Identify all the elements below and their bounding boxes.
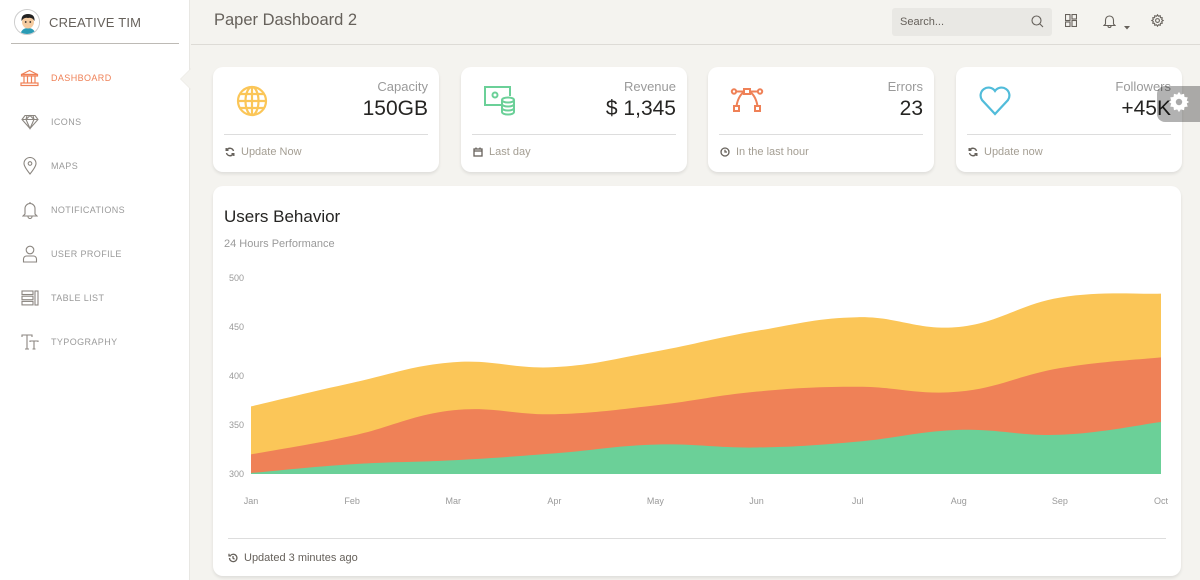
- sidebar-item-label: ICONS: [51, 117, 82, 127]
- stat-footer[interactable]: In the last hour: [720, 146, 809, 158]
- money-coins-icon: [481, 83, 519, 119]
- x-tick-label: Jul: [852, 496, 864, 506]
- x-tick-label: Oct: [1154, 496, 1169, 506]
- stat-card-revenue: Revenue $ 1,345 Last day: [461, 67, 687, 172]
- active-indicator: [180, 68, 191, 90]
- typography-icon: [20, 333, 39, 352]
- sidebar-item-notifications[interactable]: NOTIFICATIONS: [0, 188, 190, 232]
- y-tick-label: 350: [229, 420, 244, 430]
- table-list-icon: [20, 289, 39, 308]
- avatar: [14, 9, 40, 35]
- settings-plugin-button[interactable]: [1157, 86, 1200, 122]
- divider: [472, 134, 676, 135]
- globe-icon: [233, 83, 271, 119]
- refresh-icon: [968, 147, 978, 157]
- bank-icon: [20, 69, 39, 88]
- users-behavior-card: Users Behavior 24 Hours Performance 300 3…: [213, 186, 1181, 576]
- sidebar-item-label: USER PROFILE: [51, 249, 122, 259]
- bell-icon[interactable]: [1102, 14, 1117, 33]
- search-input[interactable]: [892, 16, 1022, 28]
- logo[interactable]: CREATIVE TIM: [14, 9, 141, 35]
- bell-icon: [20, 201, 39, 220]
- x-tick-label: Mar: [445, 496, 461, 506]
- x-tick-label: Apr: [547, 496, 561, 506]
- sidebar-item-label: TABLE LIST: [51, 293, 105, 303]
- logo-divider: [11, 43, 179, 44]
- sidebar-item-typography[interactable]: TYPOGRAPHY: [0, 320, 190, 364]
- stat-footer[interactable]: Update Now: [225, 146, 302, 158]
- search-box: [892, 8, 1052, 36]
- stat-label: Revenue: [623, 79, 676, 94]
- y-tick-label: 300: [229, 469, 244, 479]
- x-tick-label: Aug: [951, 496, 967, 506]
- stat-footer-text: Update now: [984, 146, 1043, 158]
- diamond-icon: [20, 113, 39, 132]
- stat-footer-text: Last day: [489, 146, 531, 158]
- history-icon: [228, 553, 238, 563]
- heart-icon: [976, 83, 1014, 119]
- stat-label: Errors: [887, 79, 923, 94]
- sidebar-item-icons[interactable]: ICONS: [0, 100, 190, 144]
- sidebar-item-label: TYPOGRAPHY: [51, 337, 118, 347]
- sidebar-item-user-profile[interactable]: USER PROFILE: [0, 232, 190, 276]
- gear-icon[interactable]: [1150, 13, 1165, 32]
- stat-card-capacity: Capacity 150GB Update Now: [213, 67, 439, 172]
- stat-footer-text: Update Now: [241, 146, 302, 158]
- divider: [967, 134, 1171, 135]
- sidebar-item-dashboard[interactable]: DASHBOARD: [0, 56, 191, 100]
- clock-icon: [720, 147, 730, 157]
- x-tick-label: May: [647, 496, 665, 506]
- y-tick-label: 500: [229, 273, 244, 283]
- gear-icon: [1168, 91, 1190, 118]
- stat-label: Capacity: [377, 79, 428, 94]
- search-icon[interactable]: [1031, 15, 1044, 33]
- stat-card-errors: Errors 23 In the last hour: [708, 67, 934, 172]
- user-icon: [20, 245, 39, 264]
- layout-grid-icon[interactable]: [1064, 13, 1078, 32]
- chart-footer: Updated 3 minutes ago: [228, 552, 358, 564]
- x-tick-label: Sep: [1052, 496, 1068, 506]
- page-title[interactable]: Paper Dashboard 2: [214, 11, 357, 30]
- sidebar-item-maps[interactable]: MAPS: [0, 144, 190, 188]
- map-pin-icon: [20, 157, 39, 176]
- divider: [719, 134, 923, 135]
- sidebar-nav: DASHBOARD ICONS MAPS NOTIFICATIONS USER …: [0, 56, 191, 364]
- stat-footer[interactable]: Last day: [473, 146, 531, 158]
- sidebar-item-table-list[interactable]: TABLE LIST: [0, 276, 190, 320]
- top-navbar: Paper Dashboard 2: [191, 0, 1200, 45]
- stat-value: 150GB: [362, 97, 428, 120]
- brand-name: CREATIVE TIM: [49, 14, 142, 30]
- y-tick-label: 400: [229, 371, 244, 381]
- area-chart: 300 350 400 450 500 Jan Feb Mar Apr May Jun Jul Aug S…: [229, 273, 1169, 506]
- calendar-icon: [473, 147, 483, 157]
- caret-down-icon[interactable]: [1124, 17, 1130, 35]
- chart-footer-text: Updated 3 minutes ago: [244, 552, 358, 564]
- x-tick-label: Jan: [244, 496, 259, 506]
- x-tick-label: Jun: [749, 496, 764, 506]
- stat-card-followers: Followers +45K Update now: [956, 67, 1182, 172]
- x-tick-label: Feb: [344, 496, 360, 506]
- y-tick-label: 450: [229, 322, 244, 332]
- divider: [228, 538, 1166, 539]
- avatar-icon: [15, 10, 39, 34]
- stat-value: $ 1,345: [605, 97, 676, 120]
- stat-value: 23: [899, 97, 923, 120]
- stat-footer-text: In the last hour: [736, 146, 809, 158]
- sidebar-item-label: MAPS: [51, 161, 79, 171]
- sidebar-item-label: NOTIFICATIONS: [51, 205, 126, 215]
- stat-footer[interactable]: Update now: [968, 146, 1043, 158]
- sidebar: CREATIVE TIM DASHBOARD ICONS MAPS NOTIFI…: [0, 0, 191, 580]
- vector-icon: [728, 83, 766, 119]
- sidebar-item-label: DASHBOARD: [51, 73, 112, 83]
- divider: [224, 134, 428, 135]
- refresh-icon: [225, 147, 235, 157]
